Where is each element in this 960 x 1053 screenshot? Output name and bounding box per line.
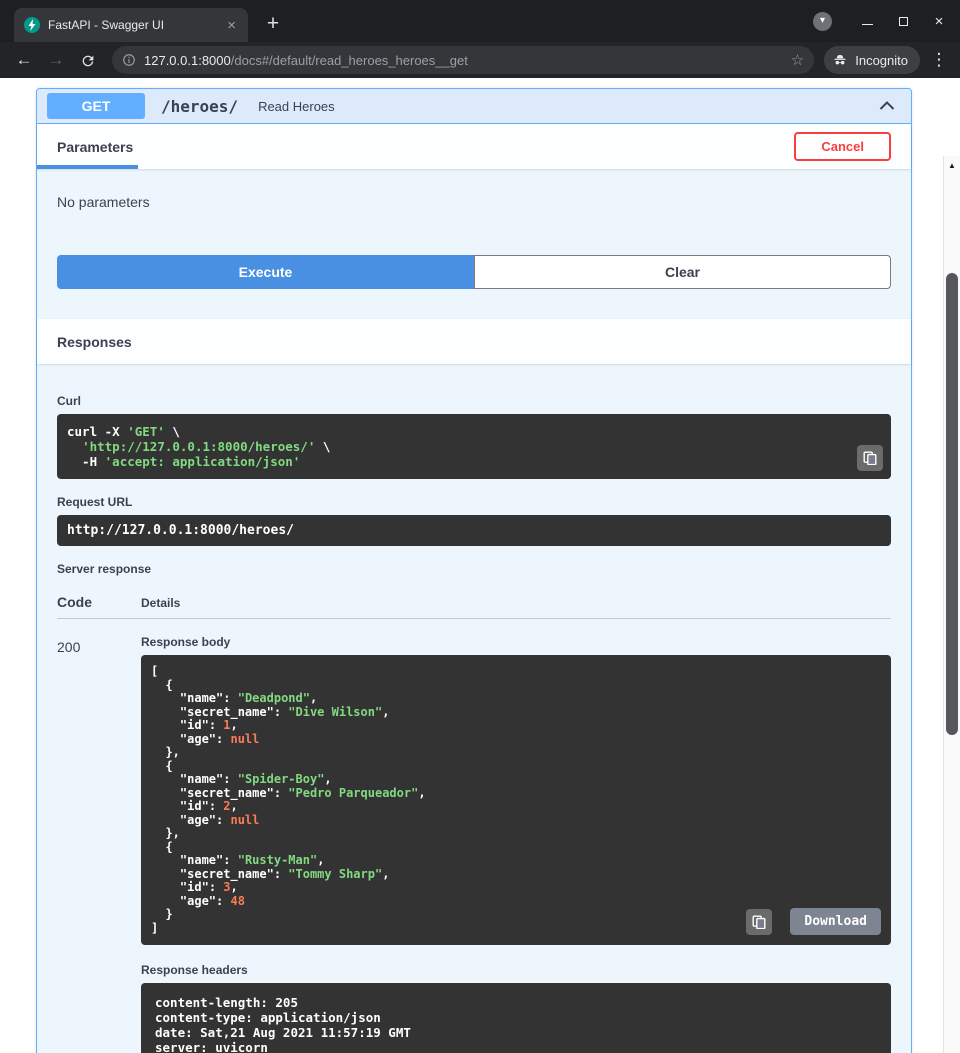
- tab-close-icon[interactable]: ×: [223, 17, 240, 34]
- copy-curl-button[interactable]: [857, 445, 883, 471]
- response-body-block: [ { "name": "Deadpond", "secret_name": "…: [141, 655, 891, 945]
- execute-button-group: Execute Clear: [57, 255, 891, 289]
- url-host: 127.0.0.1:8000: [144, 53, 231, 68]
- method-badge: GET: [47, 93, 145, 119]
- clipboard-icon: [863, 451, 877, 465]
- responses-inner: Curl curl -X 'GET' \ 'http://127.0.0.1:8…: [37, 364, 911, 1053]
- request-url-value: http://127.0.0.1:8000/heroes/: [67, 523, 881, 538]
- tab-strip: FastAPI - Swagger UI × + ▾ ×: [0, 0, 960, 42]
- parameters-tab-label: Parameters: [57, 139, 133, 155]
- download-button[interactable]: Download: [790, 908, 881, 935]
- incognito-icon: [832, 52, 848, 68]
- response-row-200: 200 Response body [ { "name": "Deadpond"…: [57, 619, 891, 1053]
- curl-code: curl -X 'GET' \ 'http://127.0.0.1:8000/h…: [67, 424, 881, 469]
- url-text: 127.0.0.1:8000/docs#/default/read_heroes…: [144, 53, 785, 68]
- reload-icon[interactable]: [74, 46, 102, 74]
- request-url-label: Request URL: [57, 495, 891, 509]
- curl-command-block: curl -X 'GET' \ 'http://127.0.0.1:8000/h…: [57, 414, 891, 479]
- maximize-button[interactable]: [890, 8, 916, 34]
- forward-icon[interactable]: →: [42, 46, 70, 74]
- minimize-button[interactable]: [854, 8, 880, 34]
- page-scrollbar[interactable]: ▲ ▼: [943, 156, 960, 1053]
- response-headers-code: content-length: 205 content-type: applic…: [155, 995, 877, 1053]
- responses-section-header: Responses: [37, 319, 911, 364]
- endpoint-summary: Read Heroes: [258, 99, 335, 114]
- tab-search-icon[interactable]: ▾: [813, 12, 832, 31]
- details-column-header: Details: [141, 596, 891, 610]
- cancel-button[interactable]: Cancel: [794, 132, 891, 161]
- site-info-icon[interactable]: [122, 53, 136, 67]
- url-path: /docs#/default/read_heroes_heroes__get: [231, 53, 468, 68]
- browser-chrome: FastAPI - Swagger UI × + ▾ × ← → 127.0.0…: [0, 0, 960, 78]
- response-table-header: Code Details: [57, 582, 891, 619]
- parameters-section-header: Parameters Cancel: [37, 124, 911, 169]
- response-body-label: Response body: [141, 635, 891, 649]
- server-response-label: Server response: [57, 562, 891, 576]
- browser-toolbar: ← → 127.0.0.1:8000/docs#/default/read_he…: [0, 42, 960, 78]
- bookmark-star-icon[interactable]: ☆: [791, 51, 804, 69]
- endpoint-path: /heroes/: [161, 97, 238, 116]
- clear-button[interactable]: Clear: [474, 255, 891, 289]
- no-parameters-text: No parameters: [57, 194, 891, 210]
- browser-tab[interactable]: FastAPI - Swagger UI ×: [14, 8, 248, 42]
- response-body-controls: Download: [746, 908, 881, 935]
- curl-label: Curl: [57, 394, 891, 408]
- response-details-cell: Response body [ { "name": "Deadpond", "s…: [141, 635, 891, 1053]
- response-headers-label: Response headers: [141, 963, 891, 977]
- collapse-chevron-icon[interactable]: [877, 93, 897, 119]
- response-headers-block: content-length: 205 content-type: applic…: [141, 983, 891, 1053]
- status-code: 200: [57, 635, 141, 1053]
- back-icon[interactable]: ←: [10, 46, 38, 74]
- fastapi-favicon: [24, 17, 40, 33]
- code-column-header: Code: [57, 594, 141, 610]
- execute-button[interactable]: Execute: [57, 255, 474, 289]
- close-button[interactable]: ×: [926, 8, 952, 34]
- scrollbar-up-arrow[interactable]: ▲: [944, 158, 960, 174]
- menu-icon[interactable]: ⋮: [928, 50, 950, 70]
- tab-parameters[interactable]: Parameters: [57, 139, 133, 155]
- incognito-badge: Incognito: [824, 46, 920, 74]
- opblock-get-heroes: GET /heroes/ Read Heroes Parameters Canc…: [36, 88, 912, 1053]
- new-tab-button[interactable]: +: [260, 11, 286, 37]
- responses-title: Responses: [57, 334, 132, 350]
- swagger-page: GET /heroes/ Read Heroes Parameters Canc…: [0, 78, 960, 1053]
- incognito-label: Incognito: [855, 53, 908, 68]
- copy-response-button[interactable]: [746, 909, 772, 935]
- opblock-summary[interactable]: GET /heroes/ Read Heroes: [37, 89, 911, 124]
- url-bar[interactable]: 127.0.0.1:8000/docs#/default/read_heroes…: [112, 46, 814, 74]
- request-url-block: http://127.0.0.1:8000/heroes/: [57, 515, 891, 546]
- response-body-code: [ { "name": "Deadpond", "secret_name": "…: [151, 665, 881, 935]
- active-tab-underline: [37, 165, 138, 169]
- clipboard-icon: [752, 915, 766, 929]
- scrollbar-thumb[interactable]: [946, 273, 958, 735]
- parameters-body: No parameters Execute Clear: [37, 169, 911, 319]
- tab-title: FastAPI - Swagger UI: [48, 18, 223, 32]
